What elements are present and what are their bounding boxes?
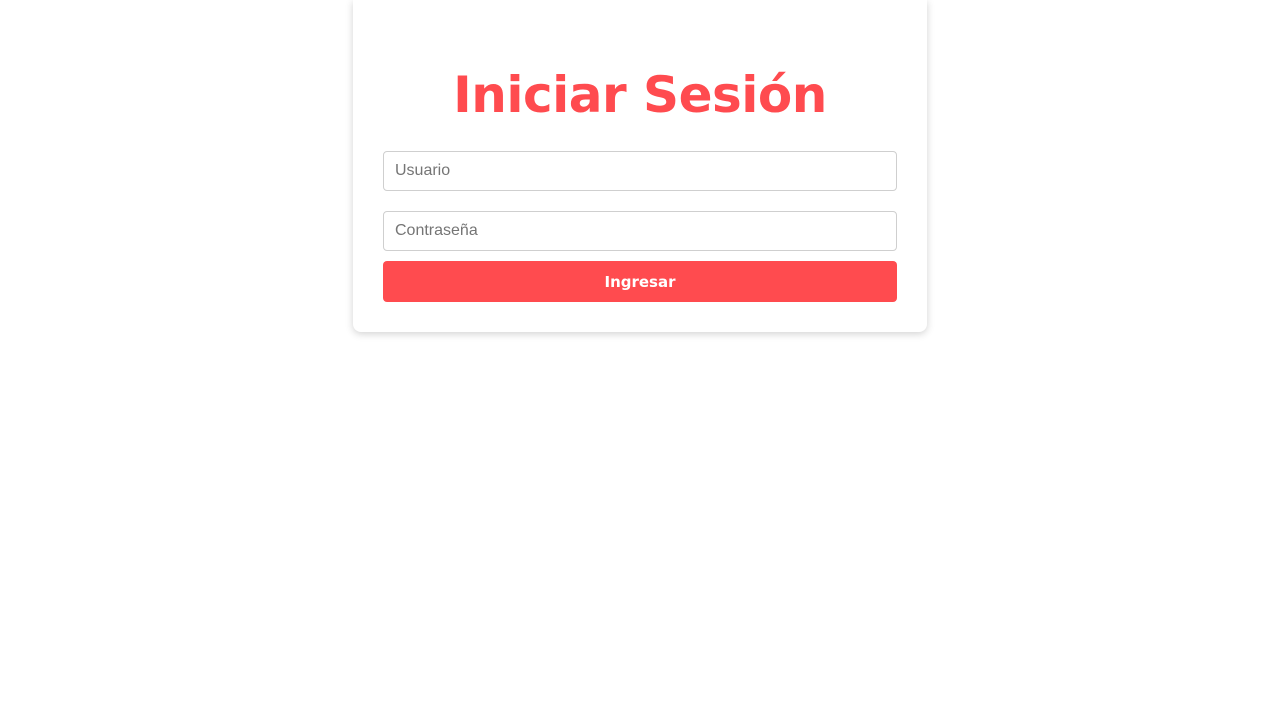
password-input[interactable]: [383, 211, 897, 251]
login-card: Iniciar Sesión Ingresar: [353, 0, 927, 332]
page-title: Iniciar Sesión: [453, 66, 827, 124]
username-input[interactable]: [383, 151, 897, 191]
login-submit-button[interactable]: Ingresar: [383, 261, 897, 302]
